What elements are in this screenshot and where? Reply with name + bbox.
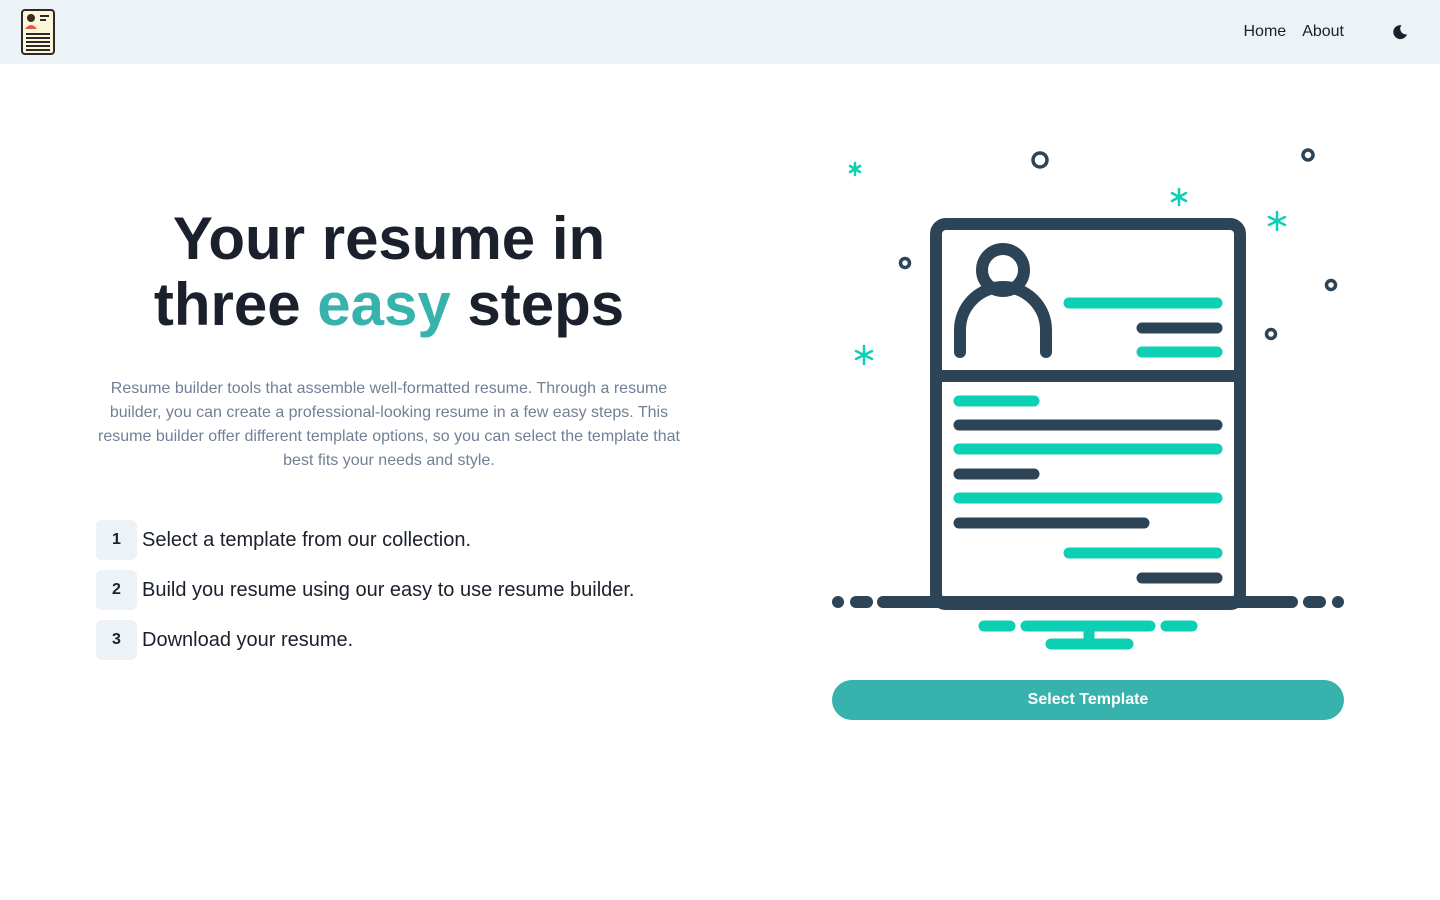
headline-line-1: Your resume in [172,205,606,272]
resume-monitor-illustration-icon [832,140,1344,660]
hero-description: Resume builder tools that assemble well-… [98,380,680,469]
step-number-badge: 3 [96,620,137,660]
nav-link-home[interactable]: Home [1244,22,1287,42]
select-template-button[interactable]: Select Template [832,680,1344,720]
nav-link-about[interactable]: About [1302,22,1344,42]
resume-logo-icon[interactable] [21,9,55,55]
theme-toggle-button[interactable] [1380,12,1420,52]
headline-accent: easy [317,271,451,338]
step-item: 3 Download your resume. [96,620,353,660]
step-text: Download your resume. [142,629,354,651]
step-number-badge: 2 [96,570,137,610]
navbar: Home About [0,0,1440,64]
step-number-badge: 1 [96,520,137,560]
headline-pre: three [153,271,318,338]
nav-links: Home About [1244,22,1345,42]
step-text: Build you resume using our easy to use r… [142,579,635,601]
step-text: Select a template from our collection. [142,529,472,551]
headline-post: steps [450,271,625,338]
moon-icon [1393,25,1407,40]
step-item: 2 Build you resume using our easy to use… [96,570,635,610]
step-item: 1 Select a template from our collection. [96,520,471,560]
hero-headline: Your resume in three easy steps [96,206,682,338]
